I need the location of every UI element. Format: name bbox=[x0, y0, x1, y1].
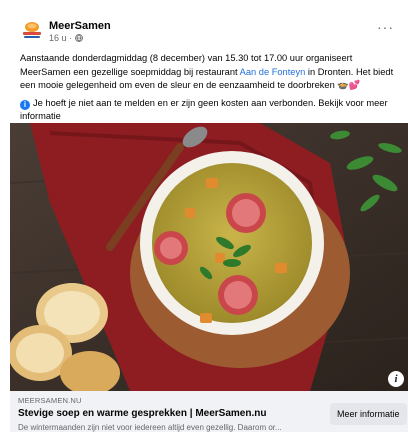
more-options-icon[interactable]: ··· bbox=[377, 20, 394, 34]
info-circle-icon: i bbox=[20, 99, 30, 110]
post-time[interactable]: 16 u bbox=[49, 33, 67, 43]
post-info-line: i Je hoeft je niet aan te melden en er zi… bbox=[20, 97, 402, 124]
post-meta: 16 u · bbox=[49, 33, 83, 43]
post-text: Aanstaande donderdagmiddag (8 december) … bbox=[20, 52, 402, 93]
preview-domain: MEERSAMEN.NU bbox=[18, 396, 82, 405]
meta-separator: · bbox=[69, 33, 73, 43]
image-info-icon[interactable]: i bbox=[388, 371, 404, 387]
post-info-text: Je hoeft je niet aan te melden en er zij… bbox=[20, 97, 388, 122]
meersamen-logo-icon bbox=[20, 18, 44, 42]
soup-photo bbox=[10, 123, 408, 391]
more-info-button[interactable]: Meer informatie bbox=[330, 403, 407, 425]
link-preview[interactable]: MEERSAMEN.NU Stevige soep en warme gespr… bbox=[10, 391, 408, 432]
author-name[interactable]: MeerSamen bbox=[49, 20, 111, 32]
post-header: MeerSamen 16 u · ··· bbox=[20, 18, 398, 48]
restaurant-link[interactable]: Aan de Fonteyn bbox=[240, 67, 306, 77]
link-preview-image[interactable]: i bbox=[10, 123, 408, 391]
globe-icon bbox=[74, 34, 83, 42]
page-avatar[interactable] bbox=[20, 18, 44, 42]
facebook-post: MeerSamen 16 u · ··· Aanstaande donderda… bbox=[0, 0, 408, 432]
preview-description: De wintermaanden zijn niet voor iedereen… bbox=[18, 423, 282, 432]
preview-title[interactable]: Stevige soep en warme gesprekken | MeerS… bbox=[18, 408, 266, 419]
post-body: Aanstaande donderdagmiddag (8 december) … bbox=[20, 52, 402, 124]
